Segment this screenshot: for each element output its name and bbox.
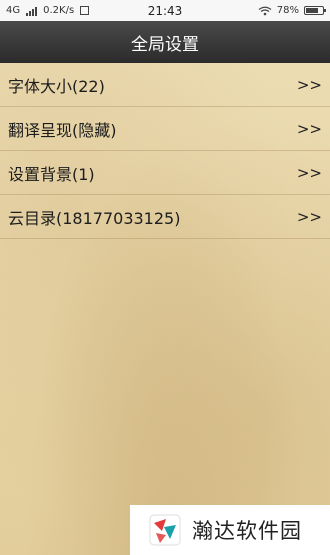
title-bar: 全局设置: [0, 21, 330, 64]
signal-icon: [26, 6, 38, 16]
settings-item-background[interactable]: 设置背景(1) >>: [0, 151, 330, 195]
network-type: 4G: [6, 5, 21, 16]
clock: 21:43: [147, 3, 183, 18]
settings-item-label: 翻译呈现(隐藏): [8, 120, 117, 140]
watermark: 瀚达软件园: [130, 505, 330, 555]
chevron-right-icon: >>: [296, 163, 322, 182]
battery-fill: [306, 8, 319, 13]
settings-item-label: 云目录(18177033125): [8, 208, 181, 228]
settings-list: 字体大小(22) >> 翻译呈现(隐藏) >> 设置背景(1) >> 云目录(1…: [0, 63, 330, 239]
chevron-right-icon: >>: [296, 119, 322, 138]
settings-item-translation[interactable]: 翻译呈现(隐藏) >>: [0, 107, 330, 151]
settings-item-cloud-directory[interactable]: 云目录(18177033125) >>: [0, 195, 330, 239]
notification-icon: [80, 6, 90, 15]
wifi-icon: [258, 6, 272, 16]
battery-percent: 78%: [276, 5, 299, 16]
chevron-right-icon: >>: [296, 207, 322, 226]
network-speed: 0.2K/s: [43, 5, 75, 16]
watermark-logo-icon: [149, 514, 181, 546]
watermark-text: 瀚达软件园: [192, 519, 302, 543]
status-left: 4G 0.2K/s: [6, 5, 90, 16]
status-right: 78%: [258, 5, 326, 16]
settings-item-font-size[interactable]: 字体大小(22) >>: [0, 63, 330, 107]
settings-item-label: 设置背景(1): [8, 164, 95, 184]
status-bar: 4G 0.2K/s 21:43 78%: [0, 0, 330, 21]
page-title: 全局设置: [131, 34, 199, 55]
chevron-right-icon: >>: [296, 75, 322, 94]
settings-item-label: 字体大小(22): [8, 76, 105, 96]
battery-icon: [304, 6, 326, 15]
